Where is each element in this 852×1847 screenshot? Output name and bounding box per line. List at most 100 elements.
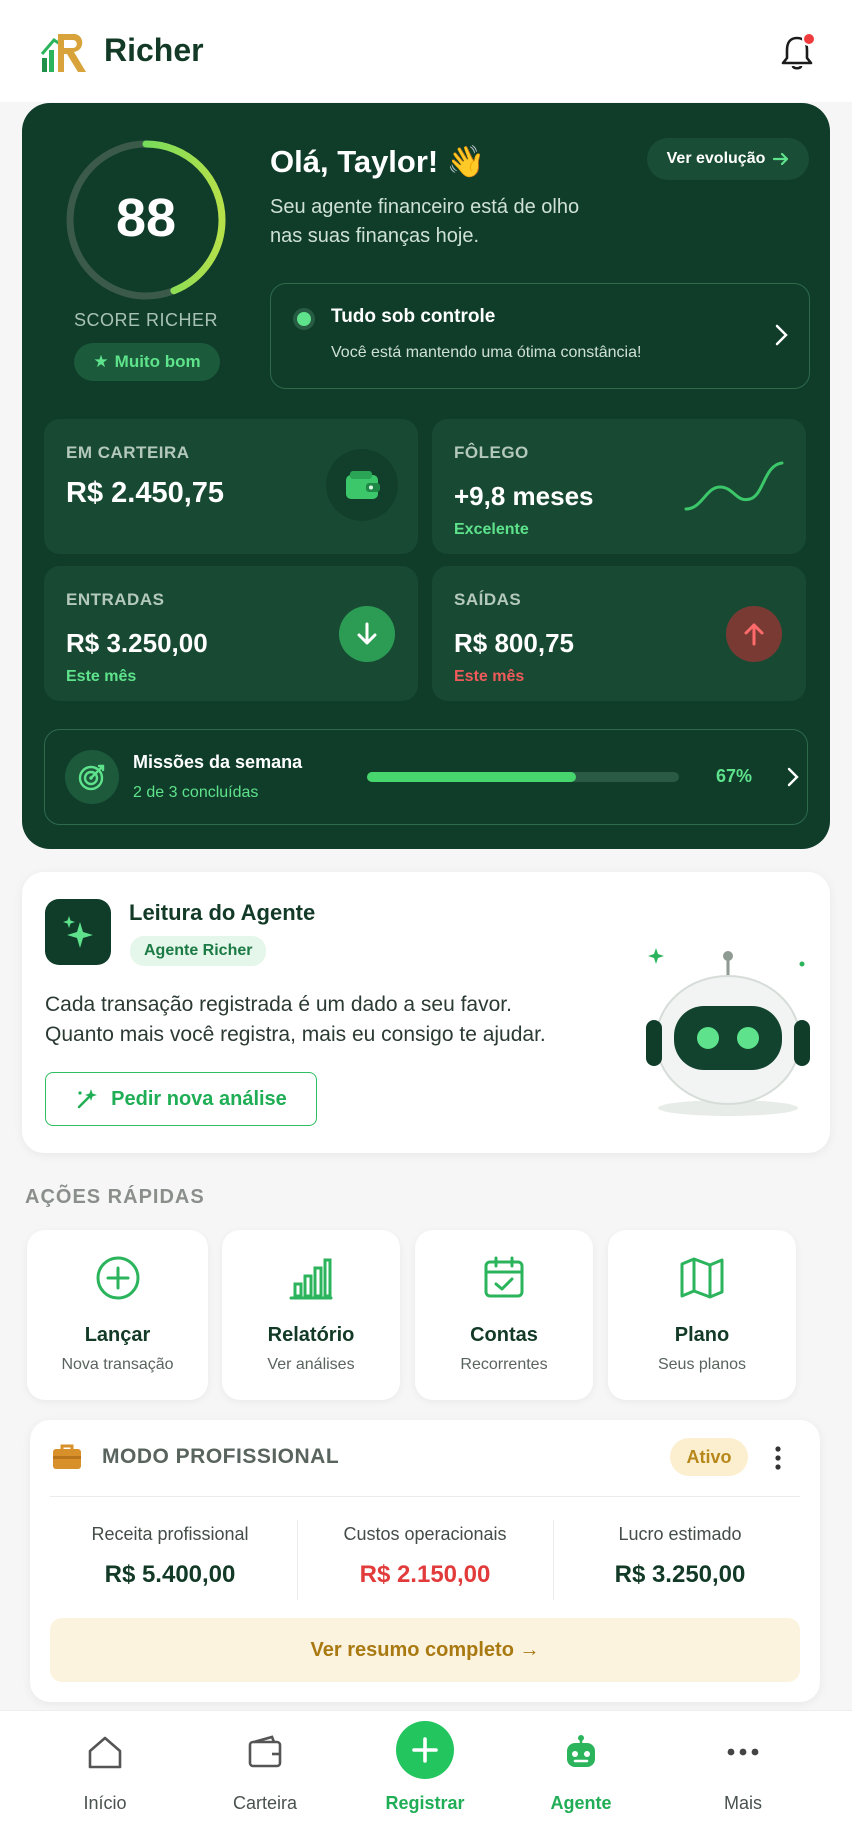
bar-chart-icon xyxy=(289,1258,333,1300)
status-subtitle: Você está mantendo uma ótima constância! xyxy=(331,344,642,361)
divider xyxy=(297,1520,298,1600)
nav-label: Agente xyxy=(550,1793,612,1813)
quick-action-lancar[interactable]: Lançar Nova transação xyxy=(27,1230,208,1400)
nav-item-registrar[interactable]: Registrar xyxy=(360,1711,490,1847)
missions-progress-fill xyxy=(367,772,577,782)
nav-item-inicio[interactable]: Início xyxy=(40,1711,170,1847)
expenses-note: Este mês xyxy=(454,668,525,685)
calendar-check-icon xyxy=(484,1256,524,1298)
briefcase-icon xyxy=(53,1444,81,1469)
quick-action-contas[interactable]: Contas Recorrentes xyxy=(415,1230,593,1400)
quick-action-label: Plano xyxy=(674,1324,730,1346)
expenses-value: R$ 800,75 xyxy=(454,628,574,658)
sparkle-wand-icon xyxy=(77,1089,98,1109)
status-indicator-dot xyxy=(293,308,315,330)
quick-action-label: Contas xyxy=(470,1324,538,1346)
app-header: Richer xyxy=(0,0,852,102)
map-icon xyxy=(680,1257,724,1299)
professional-mode-card: MODO PROFISSIONAL Ativo Receita profissi… xyxy=(30,1420,820,1702)
chevron-right-icon xyxy=(787,767,799,787)
agent-chip: Agente Richer xyxy=(130,936,267,966)
costs-metric: Custos operacionais R$ 2.150,00 xyxy=(300,1524,550,1589)
revenue-value: R$ 5.400,00 xyxy=(104,1561,236,1588)
robot-mascot-icon xyxy=(646,948,810,1116)
quick-action-subtitle: Nova transação xyxy=(61,1356,174,1373)
score-value: 88 xyxy=(115,188,177,248)
quick-action-subtitle: Seus planos xyxy=(657,1356,747,1373)
quick-action-label: Relatório xyxy=(267,1324,355,1346)
richer-logo-icon xyxy=(40,34,86,72)
profit-metric: Lucro estimado R$ 3.250,00 xyxy=(555,1524,805,1589)
costs-value: R$ 2.150,00 xyxy=(359,1561,491,1588)
score-badge: ★ Muito bom xyxy=(74,343,220,381)
missions-percent: 67% xyxy=(716,766,753,786)
quick-action-relatorio[interactable]: Relatório Ver análises xyxy=(222,1230,400,1400)
view-evolution-button[interactable]: Ver evolução xyxy=(647,138,809,180)
status-title: Tudo sob controle xyxy=(331,306,496,327)
quick-action-label: Lançar xyxy=(84,1324,151,1346)
costs-label: Custos operacionais xyxy=(343,1524,507,1544)
nav-item-mais[interactable]: Mais xyxy=(678,1711,808,1847)
score-badge-label: Muito bom xyxy=(114,352,201,371)
agent-reading-card: Leitura do Agente Agente Richer Cada tra… xyxy=(22,872,830,1153)
nav-label: Registrar xyxy=(385,1793,465,1813)
more-vertical-icon[interactable] xyxy=(775,1446,781,1470)
plus-circle-icon xyxy=(96,1256,139,1300)
nav-label: Carteira xyxy=(232,1793,298,1813)
expenses-tile[interactable]: SAÍDAS R$ 800,75 Este mês xyxy=(432,566,806,701)
breath-value: +9,8 meses xyxy=(454,481,594,511)
breath-label: FÔLEGO xyxy=(454,443,529,462)
arrow-right-icon xyxy=(773,152,789,166)
income-value: R$ 3.250,00 xyxy=(66,628,208,658)
professional-mode-title: MODO PROFISSIONAL xyxy=(102,1445,340,1468)
wallet-icon xyxy=(326,449,398,521)
missions-subtitle: 2 de 3 concluídas xyxy=(133,784,259,801)
wallet-value: R$ 2.450,75 xyxy=(66,477,225,509)
agent-title: Leitura do Agente xyxy=(129,900,316,925)
request-analysis-button[interactable]: Pedir nova análise xyxy=(45,1072,317,1126)
revenue-metric: Receita profissional R$ 5.400,00 xyxy=(45,1524,295,1589)
breath-note: Excelente xyxy=(454,521,529,538)
bottom-navigation: Início Carteira Registrar Agente Mais xyxy=(0,1710,852,1847)
chevron-right-icon xyxy=(775,324,788,346)
greeting-title: Olá, Taylor! 👋 xyxy=(270,144,486,179)
nav-label: Início xyxy=(83,1793,127,1813)
divider xyxy=(50,1496,800,1497)
revenue-label: Receita profissional xyxy=(91,1524,249,1544)
view-summary-button[interactable]: Ver resumo completo → xyxy=(50,1618,800,1682)
wallet-label: EM CARTEIRA xyxy=(66,443,190,462)
missions-progress-bar xyxy=(367,772,679,782)
robot-icon xyxy=(567,1735,595,1767)
nav-item-agente[interactable]: Agente xyxy=(516,1711,646,1847)
score-label: SCORE RICHER xyxy=(73,310,218,330)
arrow-down-icon xyxy=(339,606,395,662)
quick-actions-title: AÇÕES RÁPIDAS xyxy=(25,1186,205,1208)
status-badge: Ativo xyxy=(670,1438,748,1476)
quick-action-plano[interactable]: Plano Seus planos xyxy=(608,1230,796,1400)
income-tile[interactable]: ENTRADAS R$ 3.250,00 Este mês xyxy=(44,566,418,701)
nav-label: Mais xyxy=(723,1793,762,1813)
income-note: Este mês xyxy=(66,668,137,685)
agent-message: Cada transação registrada é um dado a se… xyxy=(45,993,546,1046)
expenses-label: SAÍDAS xyxy=(454,590,522,609)
view-evolution-label: Ver evolução xyxy=(666,150,766,167)
financial-summary-card: 88 SCORE RICHER ★ Muito bom Olá, Taylor!… xyxy=(22,103,830,849)
notification-dot xyxy=(802,32,816,46)
income-label: ENTRADAS xyxy=(66,590,165,609)
wallet-icon xyxy=(248,1735,282,1768)
star-icon: ★ xyxy=(93,352,109,371)
weekly-missions[interactable]: Missões da semana 2 de 3 concluídas 67% xyxy=(44,729,808,825)
home-icon xyxy=(88,1736,122,1769)
profit-label: Lucro estimado xyxy=(618,1524,742,1544)
status-panel[interactable]: Tudo sob controle Você está mantendo uma… xyxy=(270,283,810,389)
request-analysis-label: Pedir nova análise xyxy=(111,1087,287,1110)
greeting-subtitle: Seu agente financeiro está de olho nas s… xyxy=(270,196,580,247)
wallet-tile[interactable]: EM CARTEIRA R$ 2.450,75 xyxy=(44,419,418,554)
app-name: Richer xyxy=(104,32,204,68)
nav-item-carteira[interactable]: Carteira xyxy=(200,1711,330,1847)
sparkles-icon xyxy=(45,899,111,965)
plus-icon xyxy=(396,1721,454,1779)
breath-tile[interactable]: FÔLEGO +9,8 meses Excelente xyxy=(432,419,806,554)
more-dots-icon xyxy=(727,1748,759,1756)
arrow-up-icon xyxy=(726,606,782,662)
